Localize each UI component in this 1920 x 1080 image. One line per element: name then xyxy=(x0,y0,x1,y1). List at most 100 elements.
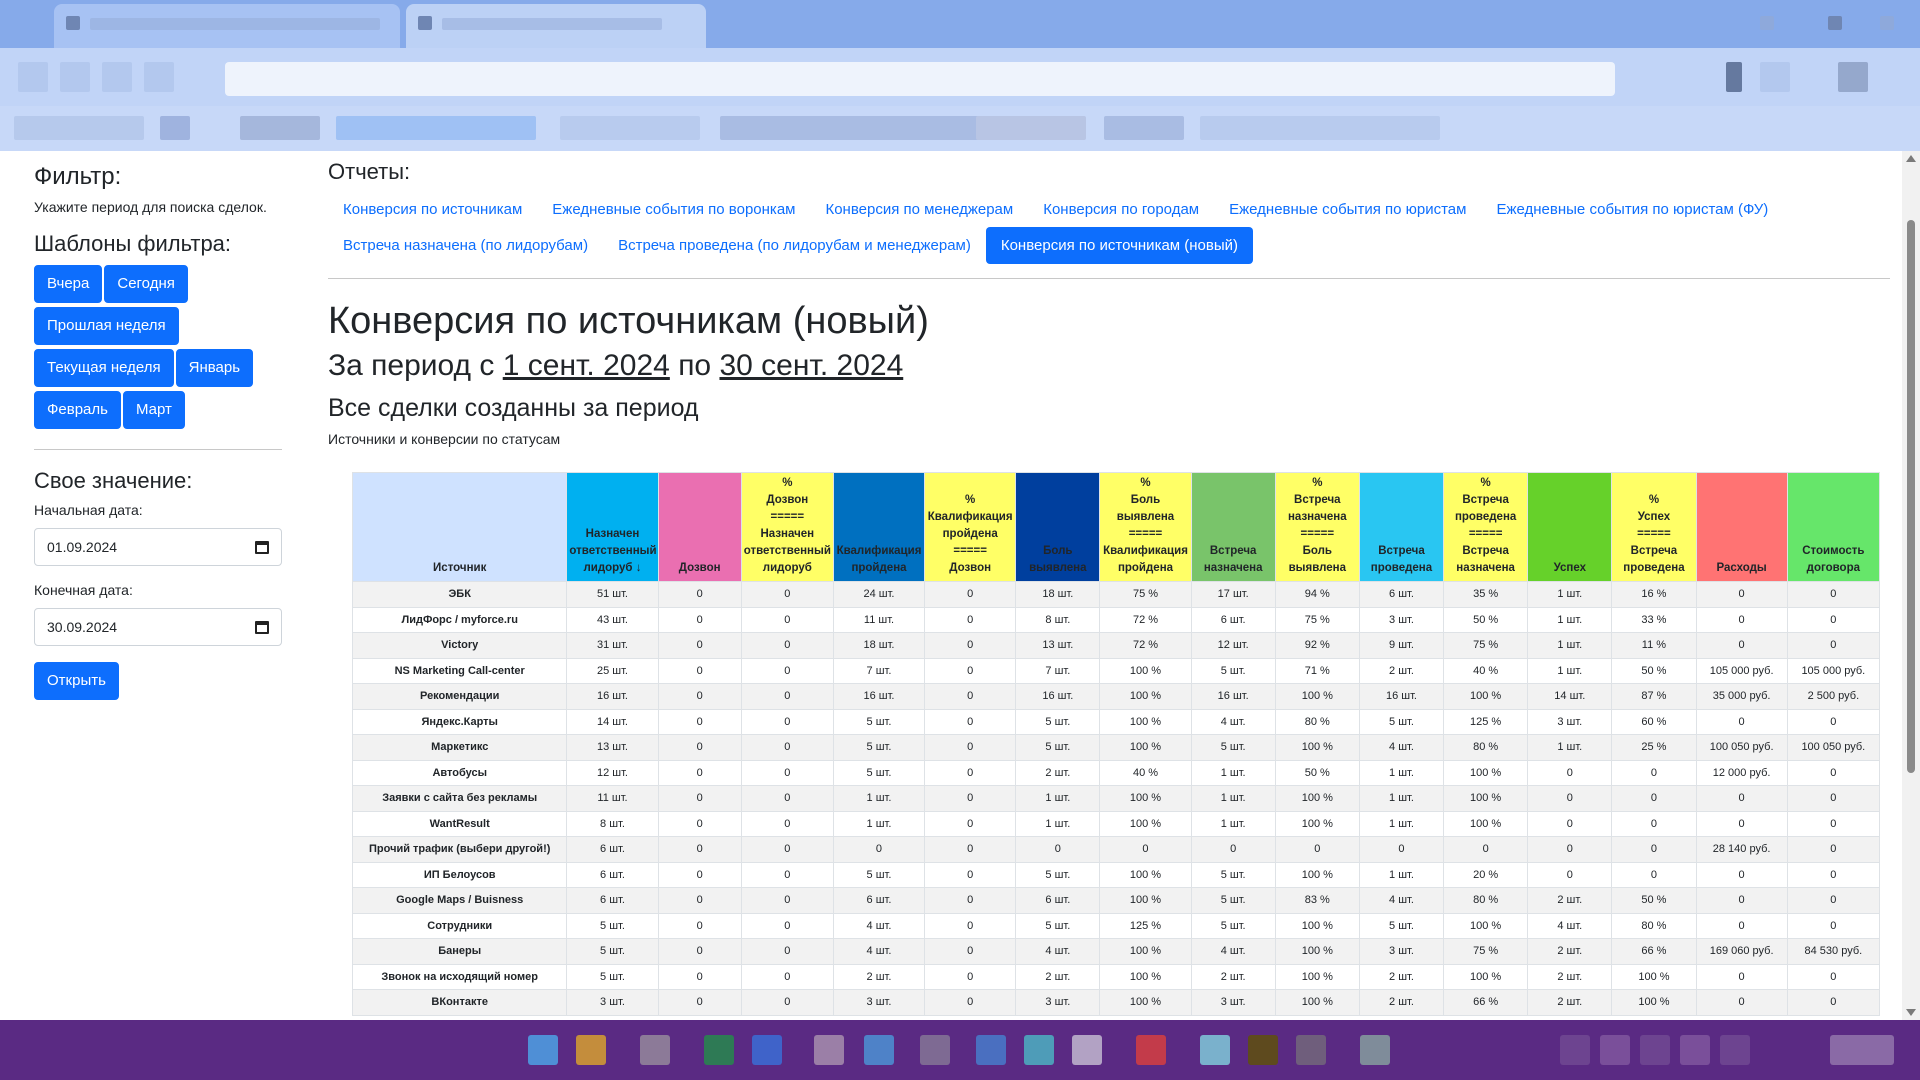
value-cell: 1 шт. xyxy=(1358,759,1445,786)
period-start-link[interactable]: 1 сент. 2024 xyxy=(503,349,670,382)
taskbar-app-icon[interactable] xyxy=(1248,1035,1278,1065)
calendar-icon[interactable] xyxy=(255,540,269,554)
close-icon[interactable] xyxy=(1880,16,1894,30)
minimize-icon[interactable] xyxy=(1760,16,1774,30)
tab-daily-lawyer-events-fu[interactable]: Ежедневные события по юристам (ФУ) xyxy=(1481,191,1783,228)
value-cell: 2 шт. xyxy=(1015,759,1101,786)
value-cell: 94 % xyxy=(1274,581,1360,608)
taskbar-app-icon[interactable] xyxy=(1072,1035,1102,1065)
value-cell: 8 шт. xyxy=(566,810,659,837)
bookmark-item[interactable] xyxy=(336,116,536,140)
tab-source-conversion-new[interactable]: Конверсия по источникам (новый) xyxy=(985,227,1254,264)
value-cell: 0 xyxy=(1611,785,1697,812)
bookmark-item[interactable] xyxy=(976,116,1086,140)
maximize-icon[interactable] xyxy=(1828,16,1842,30)
template-february-button[interactable]: Февраль xyxy=(34,391,121,429)
taskbar-app-icon[interactable] xyxy=(864,1035,894,1065)
template-today-button[interactable]: Сегодня xyxy=(104,265,188,303)
value-cell: 11 шт. xyxy=(832,606,926,633)
taskbar-app-icon[interactable] xyxy=(1200,1035,1230,1065)
taskbar-tray-icon[interactable] xyxy=(1600,1035,1630,1065)
extension-icon[interactable] xyxy=(1726,62,1742,92)
value-cell: 169 060 руб. xyxy=(1695,938,1788,965)
value-cell: 0 xyxy=(1695,581,1788,608)
template-january-button[interactable]: Январь xyxy=(175,349,254,387)
taskbar-clock[interactable] xyxy=(1830,1035,1894,1065)
extension-icon[interactable] xyxy=(1760,62,1790,92)
taskbar-app-icon[interactable] xyxy=(576,1035,606,1065)
taskbar-app-icon[interactable] xyxy=(920,1035,950,1065)
column-header-line: Назначен xyxy=(760,528,815,540)
menu-icon[interactable] xyxy=(1838,62,1868,92)
bookmark-item[interactable] xyxy=(160,116,190,140)
value-cell: 100 % xyxy=(1274,861,1360,888)
value-cell: 25 % xyxy=(1611,734,1697,761)
taskbar-app-icon[interactable] xyxy=(704,1035,734,1065)
value-cell: 0 xyxy=(924,683,1017,710)
value-cell: 0 xyxy=(1695,785,1788,812)
bookmark-item[interactable] xyxy=(560,116,700,140)
taskbar-tray-icon[interactable] xyxy=(1560,1035,1590,1065)
forward-icon[interactable] xyxy=(60,62,90,92)
table-row: Заявки с сайта без рекламы 11 шт. 0 0 1 шт. 0… xyxy=(351,785,1881,812)
calendar-icon[interactable] xyxy=(255,620,269,634)
end-date-input[interactable]: 30.09.2024 xyxy=(34,608,282,646)
taskbar-app-icon[interactable] xyxy=(528,1035,558,1065)
column-header[interactable]: Назначен ответственный лидоруб ↓ xyxy=(566,472,659,582)
tab-manager-conversion[interactable]: Конверсия по менеджерам xyxy=(810,191,1028,228)
page-scrollbar[interactable] xyxy=(1902,151,1920,1020)
scroll-up-icon[interactable] xyxy=(1906,155,1916,162)
value-cell: 100 % xyxy=(1099,810,1192,837)
scroll-thumb[interactable] xyxy=(1907,220,1915,773)
tab-daily-funnel-events[interactable]: Ежедневные события по воронкам xyxy=(537,191,810,228)
column-header-line: Источник xyxy=(433,562,487,574)
taskbar-tray-icon[interactable] xyxy=(1680,1035,1710,1065)
end-date-value: 30.09.2024 xyxy=(47,619,118,635)
taskbar-app-icon[interactable] xyxy=(1024,1035,1054,1065)
taskbar-app-icon[interactable] xyxy=(814,1035,844,1065)
value-cell: 0 xyxy=(657,785,742,812)
value-cell: 0 xyxy=(657,734,742,761)
taskbar-tray-icon[interactable] xyxy=(1720,1035,1750,1065)
template-yesterday-button[interactable]: Вчера xyxy=(34,265,103,303)
value-cell: 0 xyxy=(1695,887,1788,914)
taskbar-app-icon[interactable] xyxy=(640,1035,670,1065)
reload-icon[interactable] xyxy=(102,62,132,92)
bookmark-item[interactable] xyxy=(1200,116,1440,140)
period-end-link[interactable]: 30 сент. 2024 xyxy=(719,349,903,382)
taskbar-app-icon[interactable] xyxy=(1296,1035,1326,1065)
tab-meeting-held[interactable]: Встреча проведена (по лидорубам и менедж… xyxy=(603,227,986,264)
bookmark-item[interactable] xyxy=(1104,116,1184,140)
start-date-input[interactable]: 01.09.2024 xyxy=(34,528,282,566)
table-row: ЭБК 51 шт. 0 0 24 шт. 0 18 шт. 75 % 17 шт. 94 % 6 … xyxy=(351,581,1881,608)
template-march-button[interactable]: Март xyxy=(122,391,185,429)
bookmark-item[interactable] xyxy=(720,116,980,140)
bookmark-item[interactable] xyxy=(14,116,144,140)
taskbar-app-icon[interactable] xyxy=(976,1035,1006,1065)
column-header-line: % xyxy=(782,477,793,489)
value-cell: 0 xyxy=(1358,836,1445,863)
value-cell: 2 шт. xyxy=(1358,657,1445,684)
address-bar[interactable] xyxy=(225,62,1615,96)
period-mid: по xyxy=(678,349,712,382)
bookmark-item[interactable] xyxy=(240,116,320,140)
template-current-week-button[interactable]: Текущая неделя xyxy=(34,349,174,387)
tab-daily-lawyer-events[interactable]: Ежедневные события по юристам xyxy=(1214,191,1481,228)
column-header-line: Встреча xyxy=(1462,494,1509,506)
open-button[interactable]: Открыть xyxy=(34,662,119,700)
template-last-week-button[interactable]: Прошлая неделя xyxy=(34,307,179,345)
home-icon[interactable] xyxy=(144,62,174,92)
tab-city-conversion[interactable]: Конверсия по городам xyxy=(1028,191,1214,228)
taskbar-app-icon[interactable] xyxy=(1360,1035,1390,1065)
taskbar-tray-icon[interactable] xyxy=(1640,1035,1670,1065)
taskbar-app-icon[interactable] xyxy=(1136,1035,1166,1065)
tab-meeting-scheduled[interactable]: Встреча назначена (по лидорубам) xyxy=(328,227,603,264)
value-cell: 125 % xyxy=(1443,708,1529,735)
source-cell: Victory xyxy=(351,632,568,659)
back-icon[interactable] xyxy=(18,62,48,92)
tab-source-conversion[interactable]: Конверсия по источникам xyxy=(328,191,537,228)
reports-main: Отчеты: Конверсия по источникам Ежедневн… xyxy=(328,151,1890,447)
scroll-down-icon[interactable] xyxy=(1906,1009,1916,1016)
value-cell: 0 xyxy=(1786,963,1881,990)
taskbar-app-icon[interactable] xyxy=(752,1035,782,1065)
